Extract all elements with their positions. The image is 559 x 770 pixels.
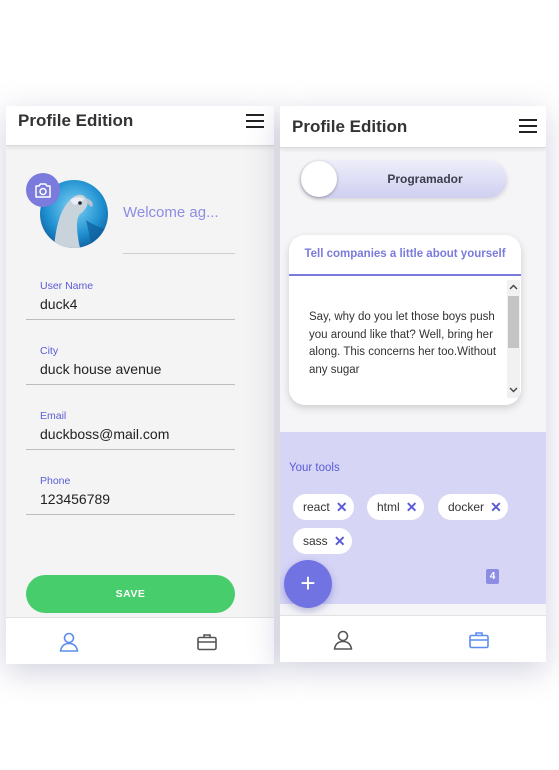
camera-icon [35, 182, 51, 198]
phone-field[interactable]: Phone 123456789 [26, 467, 235, 515]
tools-count-badge: 4 [486, 569, 499, 584]
tool-chip-docker[interactable]: docker ✕ [438, 494, 509, 520]
phone-value[interactable]: 123456789 [40, 491, 110, 507]
tool-chip-label: sass [303, 534, 328, 548]
toggle-knob[interactable] [301, 161, 337, 197]
page-title: Profile Edition [292, 117, 408, 136]
welcome-text: Welcome ag... [123, 204, 219, 221]
city-field[interactable]: City duck house avenue [26, 337, 235, 385]
remove-tool-icon[interactable]: ✕ [400, 499, 424, 516]
save-button[interactable]: SAVE [26, 575, 235, 613]
remove-tool-icon[interactable]: ✕ [328, 533, 352, 550]
city-value[interactable]: duck house avenue [40, 361, 161, 377]
username-label: User Name [40, 280, 94, 292]
remove-tool-icon[interactable]: ✕ [330, 499, 354, 516]
hamburger-menu-icon[interactable] [519, 119, 537, 133]
bottom-nav [280, 615, 546, 662]
tool-chip-label: react [303, 500, 330, 514]
about-textarea[interactable]: Say, why do you let those boys push you … [309, 309, 505, 395]
tool-chip-label: html [377, 500, 400, 514]
username-field[interactable]: User Name duck4 [26, 272, 235, 320]
scrollbar-thumb[interactable] [508, 296, 519, 348]
remove-tool-icon[interactable]: ✕ [484, 499, 508, 516]
briefcase-icon [197, 634, 217, 651]
profile-screen-left: Profile Edition Welcome ag... User Name … [6, 106, 274, 664]
city-label: City [40, 345, 59, 357]
tool-chip-html[interactable]: html ✕ [367, 494, 424, 520]
tool-chip-label: docker [448, 500, 485, 514]
profile-screen-right: Profile Edition Programador Tell compani… [280, 106, 546, 662]
role-toggle[interactable]: Programador [300, 160, 507, 198]
tool-chip-react[interactable]: react ✕ [293, 494, 354, 520]
nav-profile[interactable] [332, 629, 354, 651]
add-tool-button[interactable]: + [284, 560, 332, 608]
nav-profile[interactable] [58, 631, 80, 653]
top-bar: Profile Edition [280, 106, 546, 148]
about-scrollbar[interactable] [507, 280, 520, 398]
page-title: Profile Edition [18, 111, 134, 130]
phone-label: Phone [40, 475, 71, 487]
change-photo-button[interactable] [26, 173, 60, 207]
email-label: Email [40, 410, 67, 422]
top-bar: Profile Edition [6, 106, 274, 146]
nav-jobs[interactable] [468, 629, 490, 651]
nav-jobs[interactable] [196, 631, 218, 653]
username-value[interactable]: duck4 [40, 296, 77, 312]
hamburger-menu-icon[interactable] [246, 114, 264, 128]
scroll-up-icon[interactable] [507, 280, 520, 293]
user-icon [59, 632, 79, 652]
about-title: Tell companies a little about yourself [289, 235, 521, 276]
bottom-nav [6, 617, 274, 664]
tools-title: Your tools [289, 462, 340, 474]
scroll-down-icon[interactable] [507, 383, 520, 396]
toggle-label: Programador [387, 172, 463, 186]
about-card: Tell companies a little about yourself S… [289, 235, 521, 405]
email-value[interactable]: duckboss@mail.com [40, 426, 169, 442]
user-icon [333, 630, 353, 650]
email-field[interactable]: Email duckboss@mail.com [26, 402, 235, 450]
welcome-underline [123, 253, 235, 254]
tool-chip-sass[interactable]: sass ✕ [293, 528, 352, 554]
briefcase-icon [469, 632, 489, 649]
